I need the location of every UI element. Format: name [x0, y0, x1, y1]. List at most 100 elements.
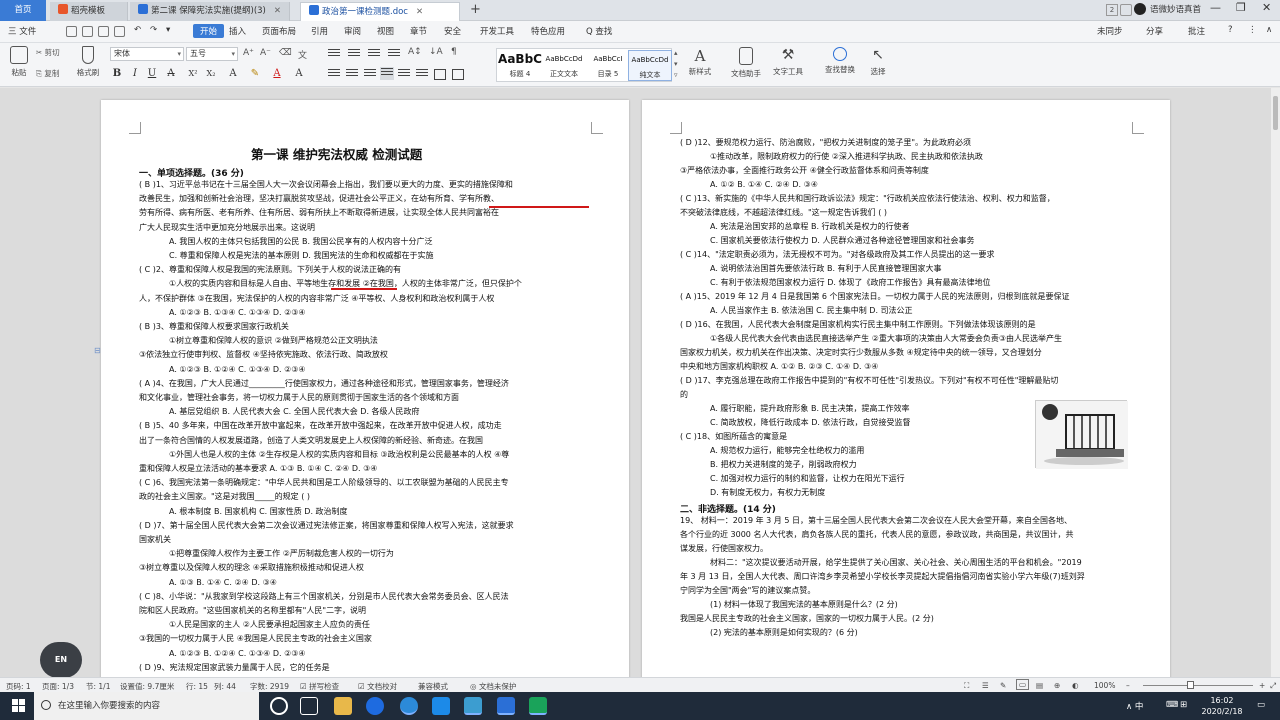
status-protect[interactable]: ◎ 文档未保护 [470, 681, 516, 692]
find-replace-button[interactable]: 查找替换 [820, 47, 860, 75]
wps-writer-icon[interactable] [497, 697, 515, 715]
ime-float-badge[interactable]: EN [40, 642, 82, 678]
tab-chapter[interactable]: 章节 [410, 25, 427, 37]
tab-insert[interactable]: 插入 [229, 25, 246, 37]
shrink-font-icon[interactable]: A⁻ [260, 48, 271, 58]
help-button[interactable]: ? [1228, 25, 1233, 35]
bullets-icon[interactable] [328, 49, 340, 59]
highlight-icon[interactable]: ✎ [248, 66, 262, 81]
align-left-icon[interactable] [328, 69, 340, 79]
close-icon[interactable]: ✕ [416, 3, 423, 21]
numbering-icon[interactable] [348, 49, 360, 59]
status-row[interactable]: 行: 15 [186, 681, 208, 692]
sort-icon[interactable]: ↓A [429, 47, 443, 57]
paste-button[interactable]: 粘贴 [8, 46, 30, 78]
status-page[interactable]: 页码: 1 [6, 681, 31, 692]
more-options-icon[interactable]: ⋮ [1248, 25, 1257, 35]
subscript-icon[interactable]: X₂ [204, 66, 218, 81]
clear-format-icon[interactable]: ⌫ [279, 48, 292, 58]
search-command[interactable]: Q 查找 [586, 25, 612, 37]
print-icon[interactable] [82, 26, 93, 37]
taskbar-clock[interactable]: 16:02 2020/2/18 [1197, 695, 1247, 717]
font-color-icon[interactable]: A [270, 66, 284, 81]
borders-icon[interactable] [452, 69, 464, 80]
share-button[interactable]: 分享 [1146, 25, 1163, 37]
superscript-icon[interactable]: X² [186, 66, 200, 81]
underline-icon[interactable]: U [145, 66, 159, 81]
notification-icon[interactable]: ▭ [1257, 700, 1265, 710]
export-pdf-icon[interactable] [98, 26, 109, 37]
align-center-icon[interactable] [346, 69, 358, 79]
format-painter-button[interactable]: 格式刷 [74, 46, 102, 78]
tab-security[interactable]: 安全 [444, 25, 461, 37]
page-2[interactable]: ( D )12、要规范权力运行、防治腐败，"把权力关进制度的笼子里"。为此政府必… [642, 100, 1170, 677]
status-pages[interactable]: 页面: 1/3 [42, 681, 74, 692]
text-tools-button[interactable]: ⚒ 文字工具 [768, 47, 808, 77]
margin-marker-icon[interactable]: ⊟ [94, 346, 101, 355]
doc-assistant-button[interactable]: 文档助手 [728, 47, 764, 79]
tab-view[interactable]: 视图 [377, 25, 394, 37]
zoom-in-icon[interactable]: + [1259, 681, 1265, 690]
system-tray[interactable]: ∧ 中 [1126, 700, 1143, 712]
browser-icon[interactable] [366, 697, 384, 715]
tab-home[interactable]: 首页 [0, 0, 46, 21]
align-right-icon[interactable] [364, 69, 376, 79]
layout-icon[interactable] [1120, 4, 1132, 16]
status-col[interactable]: 列: 44 [214, 681, 236, 692]
keyboard-icon[interactable]: ⌨ [1166, 700, 1178, 710]
status-spellcheck[interactable]: ☑ 拼写检查 [300, 681, 339, 692]
justify-icon[interactable] [380, 67, 394, 80]
style-toc5[interactable]: AaBbCcI 目录 5 [586, 50, 630, 79]
file-menu[interactable]: 三 文件 [8, 25, 36, 37]
font-name-select[interactable]: 宋体 [110, 47, 184, 61]
close-window-button[interactable]: ✕ [1262, 1, 1271, 14]
zoom-out-icon[interactable]: – [1126, 681, 1130, 690]
view-edit-icon[interactable]: ✎ [1000, 681, 1006, 690]
tab-document-active[interactable]: 政治第一课检测题.doc ✕ [300, 2, 460, 21]
close-icon[interactable]: ✕ [274, 2, 281, 21]
eye-protect-icon[interactable]: ◐ [1072, 681, 1079, 690]
line-spacing-icon[interactable] [416, 69, 428, 79]
select-button[interactable]: ↖ 选择 [864, 47, 892, 77]
ime-icon[interactable]: ⊞ [1180, 700, 1187, 710]
task-view-icon[interactable] [300, 697, 318, 715]
view-web-icon[interactable]: ⊕ [1054, 681, 1060, 690]
tab-review[interactable]: 审阅 [344, 25, 361, 37]
collapse-ribbon-icon[interactable]: ∧ [1266, 25, 1272, 35]
bold-icon[interactable]: B [110, 66, 124, 81]
view-outline-icon[interactable]: ☰ [982, 681, 989, 690]
taskbar-search-input[interactable]: 在这里输入你要搜索的内容 [34, 692, 259, 720]
zoom-level[interactable]: 100% [1094, 681, 1115, 690]
style-heading4[interactable]: AaBbC 标题 4 [498, 50, 542, 79]
save-icon[interactable] [66, 26, 77, 37]
new-tab-button[interactable]: + [470, 2, 481, 17]
app-icon[interactable] [464, 697, 482, 715]
file-explorer-icon[interactable] [334, 697, 352, 715]
distributed-icon[interactable] [398, 69, 410, 79]
status-words[interactable]: 字数: 2919 [250, 681, 289, 692]
style-plain-text[interactable]: AaBbCcDd 纯文本 [628, 50, 672, 81]
edge-icon[interactable] [432, 697, 450, 715]
redo-icon[interactable]: ↷ [150, 25, 157, 35]
tab-docer-templates[interactable]: 稻壳模板 [50, 2, 128, 21]
preview-icon[interactable] [114, 26, 125, 37]
status-section[interactable]: 节: 1/1 [86, 681, 110, 692]
view-page-icon[interactable]: ▭ [1016, 679, 1030, 690]
vertical-scrollbar[interactable] [1271, 88, 1280, 677]
chinese-layout-icon[interactable]: A↕ [408, 47, 422, 57]
status-setting[interactable]: 设置值: 9.7厘米 [120, 681, 174, 692]
status-doc-check[interactable]: ☑ 文档校对 [358, 681, 397, 692]
zoom-slider-knob[interactable] [1187, 681, 1194, 689]
grow-font-icon[interactable]: A⁺ [243, 48, 254, 58]
decrease-indent-icon[interactable] [368, 49, 380, 59]
increase-indent-icon[interactable] [388, 49, 400, 59]
zoom-slider[interactable] [1143, 685, 1253, 686]
view-read-icon[interactable]: ▤ [1036, 681, 1043, 690]
style-body-text[interactable]: AaBbCcDd 正文文本 [542, 50, 586, 79]
undo-icon[interactable]: ↶ [134, 25, 141, 35]
tab-home-ribbon[interactable]: 开始 [193, 24, 225, 38]
app-icon[interactable] [529, 697, 547, 715]
font-size-select[interactable]: 五号 [186, 47, 238, 61]
cut-button[interactable]: ✂ 剪切 [36, 47, 60, 58]
scrollbar-thumb[interactable] [1273, 96, 1278, 130]
